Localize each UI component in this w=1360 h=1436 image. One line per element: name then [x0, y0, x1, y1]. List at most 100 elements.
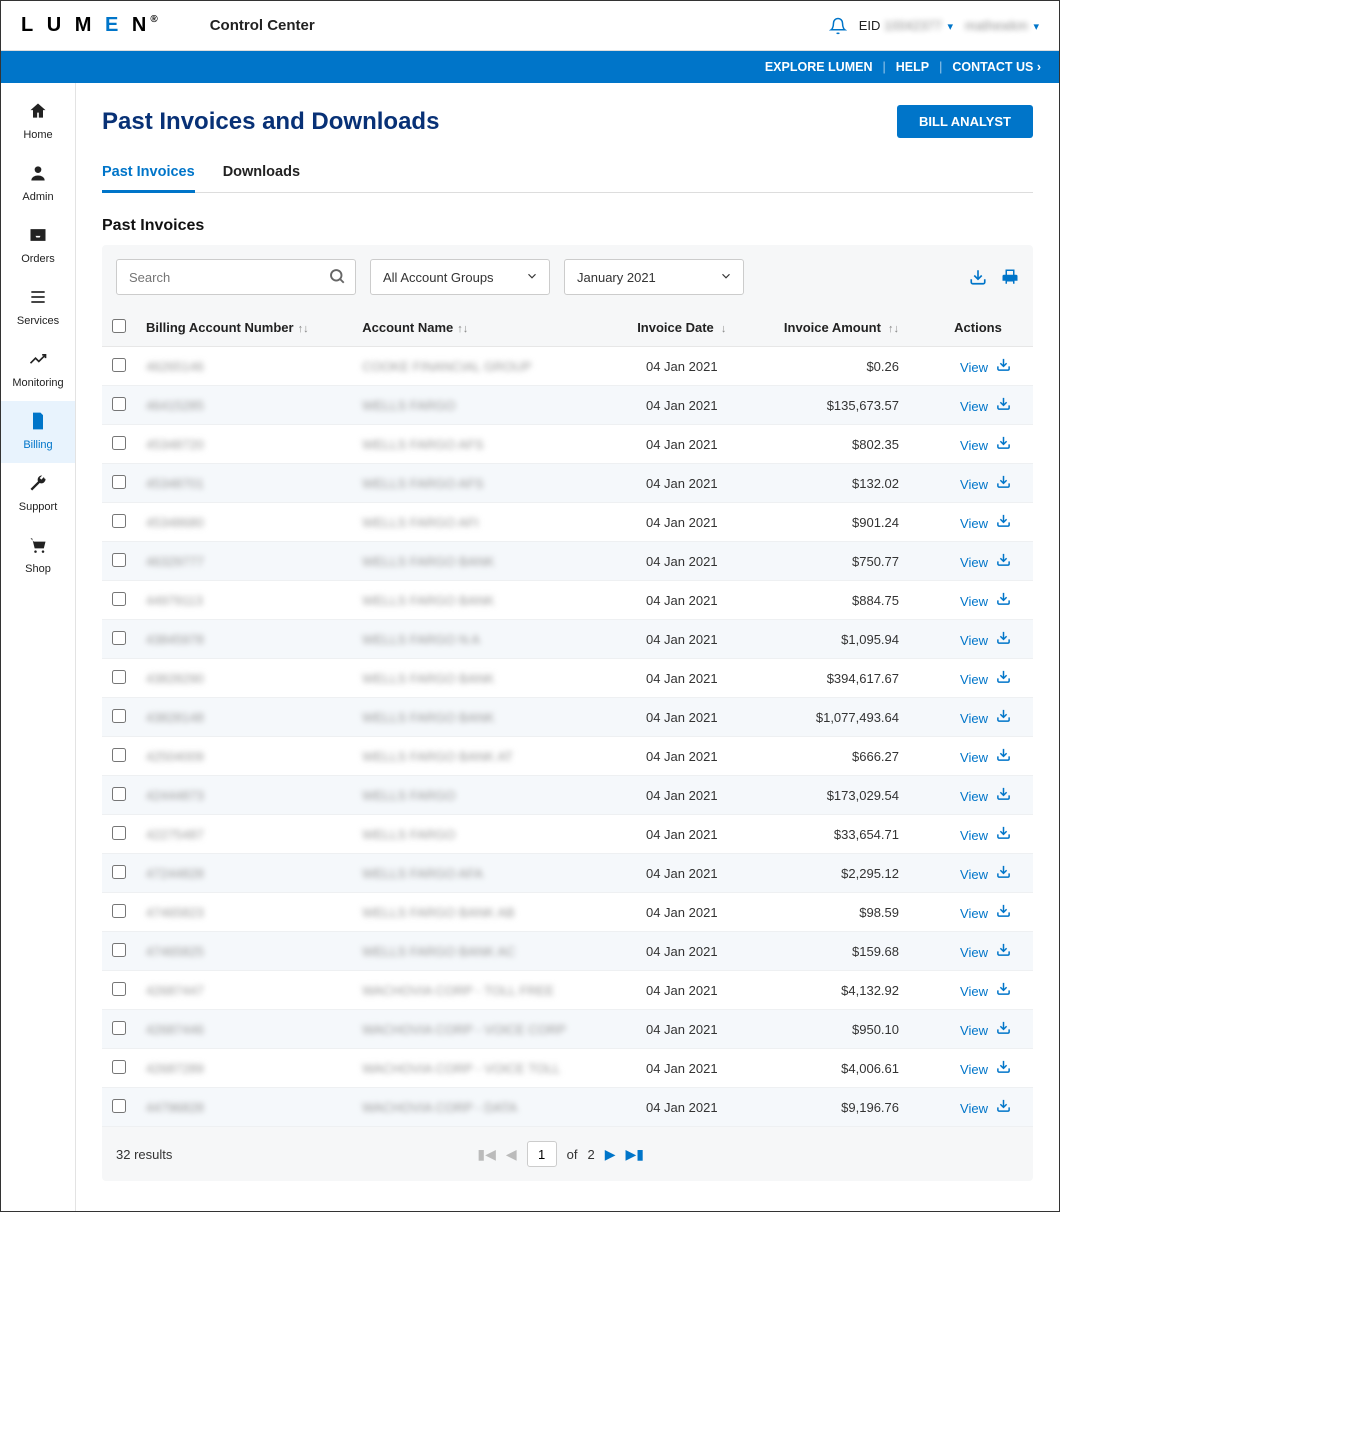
row-checkbox[interactable]: [112, 826, 126, 840]
account-group-select[interactable]: All Account Groups: [370, 259, 550, 295]
col-billing-account[interactable]: Billing Account Number↑↓: [136, 309, 352, 347]
sidebar-item-billing[interactable]: Billing: [1, 401, 75, 463]
view-link[interactable]: View: [960, 1023, 988, 1038]
tab-downloads[interactable]: Downloads: [223, 156, 300, 192]
col-account-name[interactable]: Account Name↑↓: [352, 309, 617, 347]
next-page-button[interactable]: ▶: [605, 1146, 616, 1163]
row-checkbox[interactable]: [112, 943, 126, 957]
download-icon[interactable]: [996, 906, 1011, 921]
nav-explore[interactable]: EXPLORE LUMEN: [765, 60, 873, 74]
download-icon[interactable]: [996, 984, 1011, 999]
row-checkbox[interactable]: [112, 475, 126, 489]
page-input[interactable]: [527, 1141, 557, 1167]
row-checkbox[interactable]: [112, 748, 126, 762]
view-link[interactable]: View: [960, 750, 988, 765]
sidebar-item-support[interactable]: Support: [1, 463, 75, 525]
download-icon[interactable]: [996, 945, 1011, 960]
row-checkbox[interactable]: [112, 865, 126, 879]
sidebar-item-label: Support: [19, 501, 58, 513]
view-link[interactable]: View: [960, 945, 988, 960]
last-page-button[interactable]: ▶▮: [626, 1146, 644, 1163]
download-icon[interactable]: [996, 399, 1011, 414]
prev-page-button[interactable]: ◀: [506, 1146, 517, 1163]
download-icon[interactable]: [996, 828, 1011, 843]
view-link[interactable]: View: [960, 399, 988, 414]
view-link[interactable]: View: [960, 906, 988, 921]
search-input[interactable]: [116, 259, 356, 295]
row-checkbox[interactable]: [112, 514, 126, 528]
download-icon[interactable]: [996, 516, 1011, 531]
download-icon[interactable]: [996, 477, 1011, 492]
row-checkbox[interactable]: [112, 553, 126, 567]
search-icon[interactable]: [328, 267, 346, 285]
eid-dropdown[interactable]: EID 10042377 ▾: [859, 18, 953, 33]
view-link[interactable]: View: [960, 555, 988, 570]
sidebar-item-label: Admin: [22, 191, 53, 203]
view-link[interactable]: View: [960, 789, 988, 804]
download-icon[interactable]: [996, 789, 1011, 804]
bell-icon[interactable]: [829, 17, 847, 35]
sort-icon: ↑↓: [885, 323, 899, 335]
print-icon[interactable]: [1001, 268, 1019, 286]
month-select[interactable]: January 2021: [564, 259, 744, 295]
row-checkbox[interactable]: [112, 1099, 126, 1113]
row-checkbox[interactable]: [112, 436, 126, 450]
view-link[interactable]: View: [960, 828, 988, 843]
view-link[interactable]: View: [960, 711, 988, 726]
row-checkbox[interactable]: [112, 631, 126, 645]
bill-analyst-button[interactable]: BILL ANALYST: [897, 105, 1033, 138]
view-link[interactable]: View: [960, 867, 988, 882]
view-link[interactable]: View: [960, 360, 988, 375]
row-checkbox[interactable]: [112, 709, 126, 723]
view-link[interactable]: View: [960, 984, 988, 999]
row-checkbox[interactable]: [112, 397, 126, 411]
view-link[interactable]: View: [960, 672, 988, 687]
row-checkbox[interactable]: [112, 904, 126, 918]
sidebar-item-orders[interactable]: Orders: [1, 215, 75, 277]
view-link[interactable]: View: [960, 477, 988, 492]
row-checkbox[interactable]: [112, 670, 126, 684]
download-icon[interactable]: [996, 672, 1011, 687]
view-link[interactable]: View: [960, 1101, 988, 1116]
home-icon: [28, 101, 48, 126]
view-link[interactable]: View: [960, 1062, 988, 1077]
nav-help[interactable]: HELP: [896, 60, 929, 74]
first-page-button[interactable]: ▮◀: [477, 1146, 495, 1163]
row-checkbox[interactable]: [112, 358, 126, 372]
download-icon[interactable]: [996, 360, 1011, 375]
user-dropdown[interactable]: mathewkm ▾: [965, 18, 1039, 33]
row-checkbox[interactable]: [112, 1021, 126, 1035]
col-invoice-date[interactable]: Invoice Date ↓: [617, 309, 746, 347]
sidebar-item-monitoring[interactable]: Monitoring: [1, 339, 75, 401]
view-link[interactable]: View: [960, 438, 988, 453]
download-icon[interactable]: [996, 867, 1011, 882]
download-icon[interactable]: [996, 1062, 1011, 1077]
download-icon[interactable]: [996, 711, 1011, 726]
sidebar-item-home[interactable]: Home: [1, 91, 75, 153]
section-title: Past Invoices: [102, 217, 1033, 235]
col-invoice-amount[interactable]: Invoice Amount ↑↓: [746, 309, 923, 347]
tab-past-invoices[interactable]: Past Invoices: [102, 156, 195, 193]
download-icon[interactable]: [996, 750, 1011, 765]
download-icon[interactable]: [996, 594, 1011, 609]
download-icon[interactable]: [996, 1101, 1011, 1116]
sidebar-item-shop[interactable]: Shop: [1, 525, 75, 587]
download-icon[interactable]: [996, 1023, 1011, 1038]
nav-contact[interactable]: CONTACT US ›: [952, 60, 1041, 74]
row-checkbox[interactable]: [112, 982, 126, 996]
download-icon[interactable]: [996, 633, 1011, 648]
row-checkbox[interactable]: [112, 592, 126, 606]
view-link[interactable]: View: [960, 594, 988, 609]
download-icon[interactable]: [996, 555, 1011, 570]
view-link[interactable]: View: [960, 516, 988, 531]
view-link[interactable]: View: [960, 633, 988, 648]
account-name: WELLS FARGO BANK: [362, 710, 494, 725]
row-checkbox[interactable]: [112, 1060, 126, 1074]
select-all-checkbox[interactable]: [112, 319, 126, 333]
row-checkbox[interactable]: [112, 787, 126, 801]
user-name: mathewkm: [965, 18, 1028, 33]
download-icon[interactable]: [969, 268, 987, 286]
sidebar-item-services[interactable]: Services: [1, 277, 75, 339]
download-icon[interactable]: [996, 438, 1011, 453]
sidebar-item-admin[interactable]: Admin: [1, 153, 75, 215]
